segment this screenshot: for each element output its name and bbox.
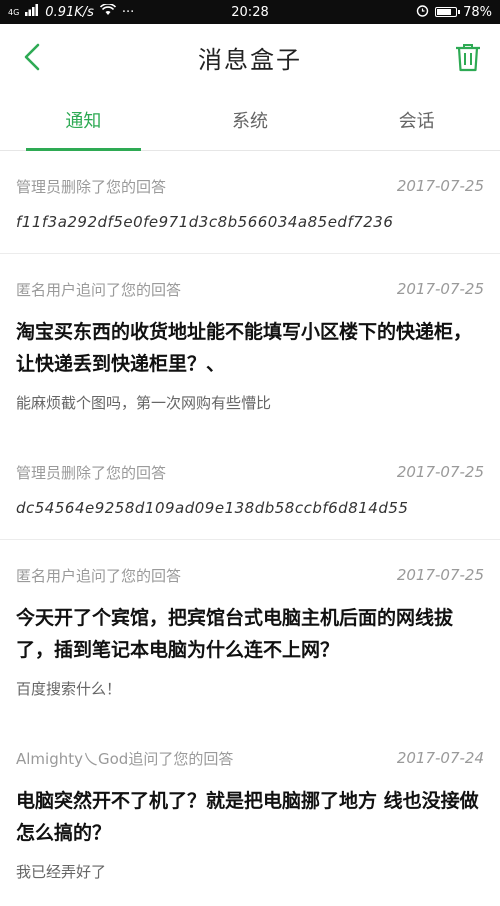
chevron-left-icon (24, 43, 40, 71)
tab-system[interactable]: 系统 (167, 90, 334, 150)
status-right: 78% (416, 4, 492, 21)
list-item[interactable]: 匿名用户追问了您的回答 2017-07-25 今天开了个宾馆，把宾馆台式电脑主机后… (0, 540, 500, 723)
alarm-icon (416, 4, 429, 21)
back-button[interactable] (14, 39, 50, 75)
header: 消息盒子 (0, 24, 500, 90)
item-question: 淘宝买东西的收货地址能不能填写小区楼下的快递柜，让快递丢到快递柜里？、 (16, 321, 473, 375)
item-title: 管理员删除了您的回答 (16, 177, 167, 196)
tab-bar: 通知 系统 会话 (0, 90, 500, 151)
network-speed: 0.91K/s (45, 4, 94, 20)
message-list: 管理员删除了您的回答 2017-07-25 f11f3a292df5e0fe971… (0, 151, 500, 906)
battery-icon (435, 7, 461, 17)
signal-icon (25, 4, 39, 20)
list-item[interactable]: 管理员删除了您的回答 2017-07-25 dc54564e9258d109ad0… (0, 437, 500, 540)
item-date: 2017-07-25 (396, 280, 484, 298)
item-question: 电脑突然开不了机了？就是把电脑挪了地方 线也没接做 怎么搞的？ (16, 790, 479, 844)
wifi-icon (99, 3, 116, 20)
tab-conversations[interactable]: 会话 (333, 90, 500, 150)
item-hash: dc54564e9258d109ad09e138db58ccbf6d814d55 (16, 499, 409, 517)
list-item[interactable]: 管理员删除了您的回答 2017-07-25 f11f3a292df5e0fe971… (0, 151, 500, 254)
status-bar: 4G 0.91K/s ··· 20:28 78% (0, 0, 500, 24)
item-date: 2017-07-25 (396, 566, 484, 584)
battery-percent: 78% (463, 4, 492, 20)
item-reply: 能麻烦截个图吗，第一次网购有些懵比 (16, 394, 272, 412)
trash-icon (456, 44, 480, 72)
item-reply: 我已经弄好了 (16, 863, 107, 881)
item-reply: 百度搜索什么！ (16, 680, 122, 698)
list-item[interactable]: Almighty乀God追问了您的回答 2017-07-24 电脑突然开不了机了？… (0, 723, 500, 906)
item-date: 2017-07-24 (396, 749, 484, 767)
signal-label: 4G (8, 7, 20, 17)
item-title: Almighty乀God追问了您的回答 (16, 749, 234, 768)
item-date: 2017-07-25 (396, 463, 484, 481)
delete-button[interactable] (450, 39, 486, 75)
item-question: 今天开了个宾馆，把宾馆台式电脑主机后面的网线拔了，插到笔记本电脑为什么连不上网？ (16, 607, 454, 661)
item-hash: f11f3a292df5e0fe971d3c8b566034a85edf7236 (16, 213, 394, 231)
status-left: 4G 0.91K/s ··· (8, 3, 135, 20)
more-dots: ··· (121, 4, 135, 20)
item-title: 匿名用户追问了您的回答 (16, 566, 182, 585)
list-item[interactable]: 匿名用户追问了您的回答 2017-07-25 淘宝买东西的收货地址能不能填写小区楼… (0, 254, 500, 437)
page-title: 消息盒子 (198, 45, 302, 74)
item-title: 匿名用户追问了您的回答 (16, 280, 182, 299)
item-date: 2017-07-25 (396, 177, 484, 195)
item-title: 管理员删除了您的回答 (16, 463, 167, 482)
battery-fill (437, 9, 451, 15)
tab-notifications[interactable]: 通知 (0, 90, 167, 151)
